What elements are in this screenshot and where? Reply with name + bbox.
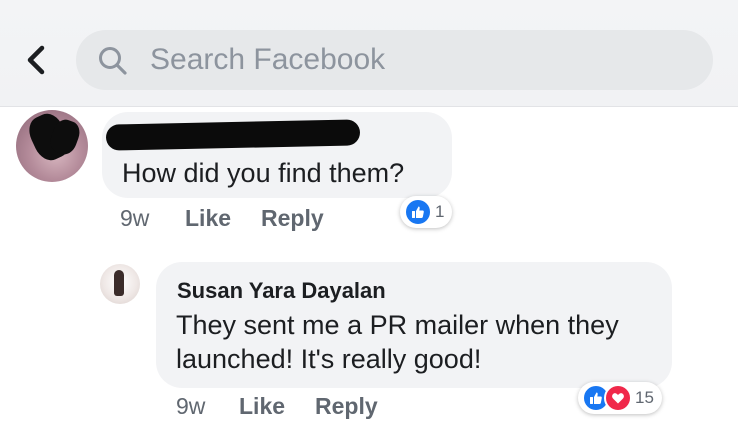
comment-author[interactable]: Susan Yara Dayalan [177, 278, 386, 304]
reaction-count: 15 [635, 388, 654, 407]
avatar-photo [114, 270, 124, 296]
reaction-summary[interactable]: 15 [578, 382, 662, 414]
like-reaction-icon [404, 198, 432, 226]
reaction-summary[interactable]: 1 [400, 196, 453, 228]
comment-text: How did you find them? [122, 158, 405, 188]
comment-timestamp: 9w [176, 393, 206, 419]
like-button[interactable]: Like [185, 205, 231, 232]
redacted-author-name [105, 119, 361, 151]
chevron-left-icon [27, 45, 45, 75]
comment-text-line: They sent me a PR mailer when they [176, 310, 619, 340]
top-bar: Search Facebook [0, 0, 738, 107]
reply-button[interactable]: Reply [261, 205, 324, 232]
comment-text-line: launched! It's really good! [176, 344, 482, 374]
like-button[interactable]: Like [239, 393, 285, 420]
avatar[interactable] [16, 110, 88, 182]
search-input[interactable]: Search Facebook [150, 43, 385, 77]
avatar[interactable] [100, 264, 140, 304]
search-bar[interactable]: Search Facebook [76, 30, 713, 90]
love-reaction-icon [604, 384, 632, 412]
comment-timestamp: 9w [120, 205, 150, 231]
search-icon [96, 44, 130, 78]
back-button[interactable] [22, 40, 52, 80]
reply-button[interactable]: Reply [315, 393, 378, 420]
reaction-count: 1 [435, 202, 445, 221]
